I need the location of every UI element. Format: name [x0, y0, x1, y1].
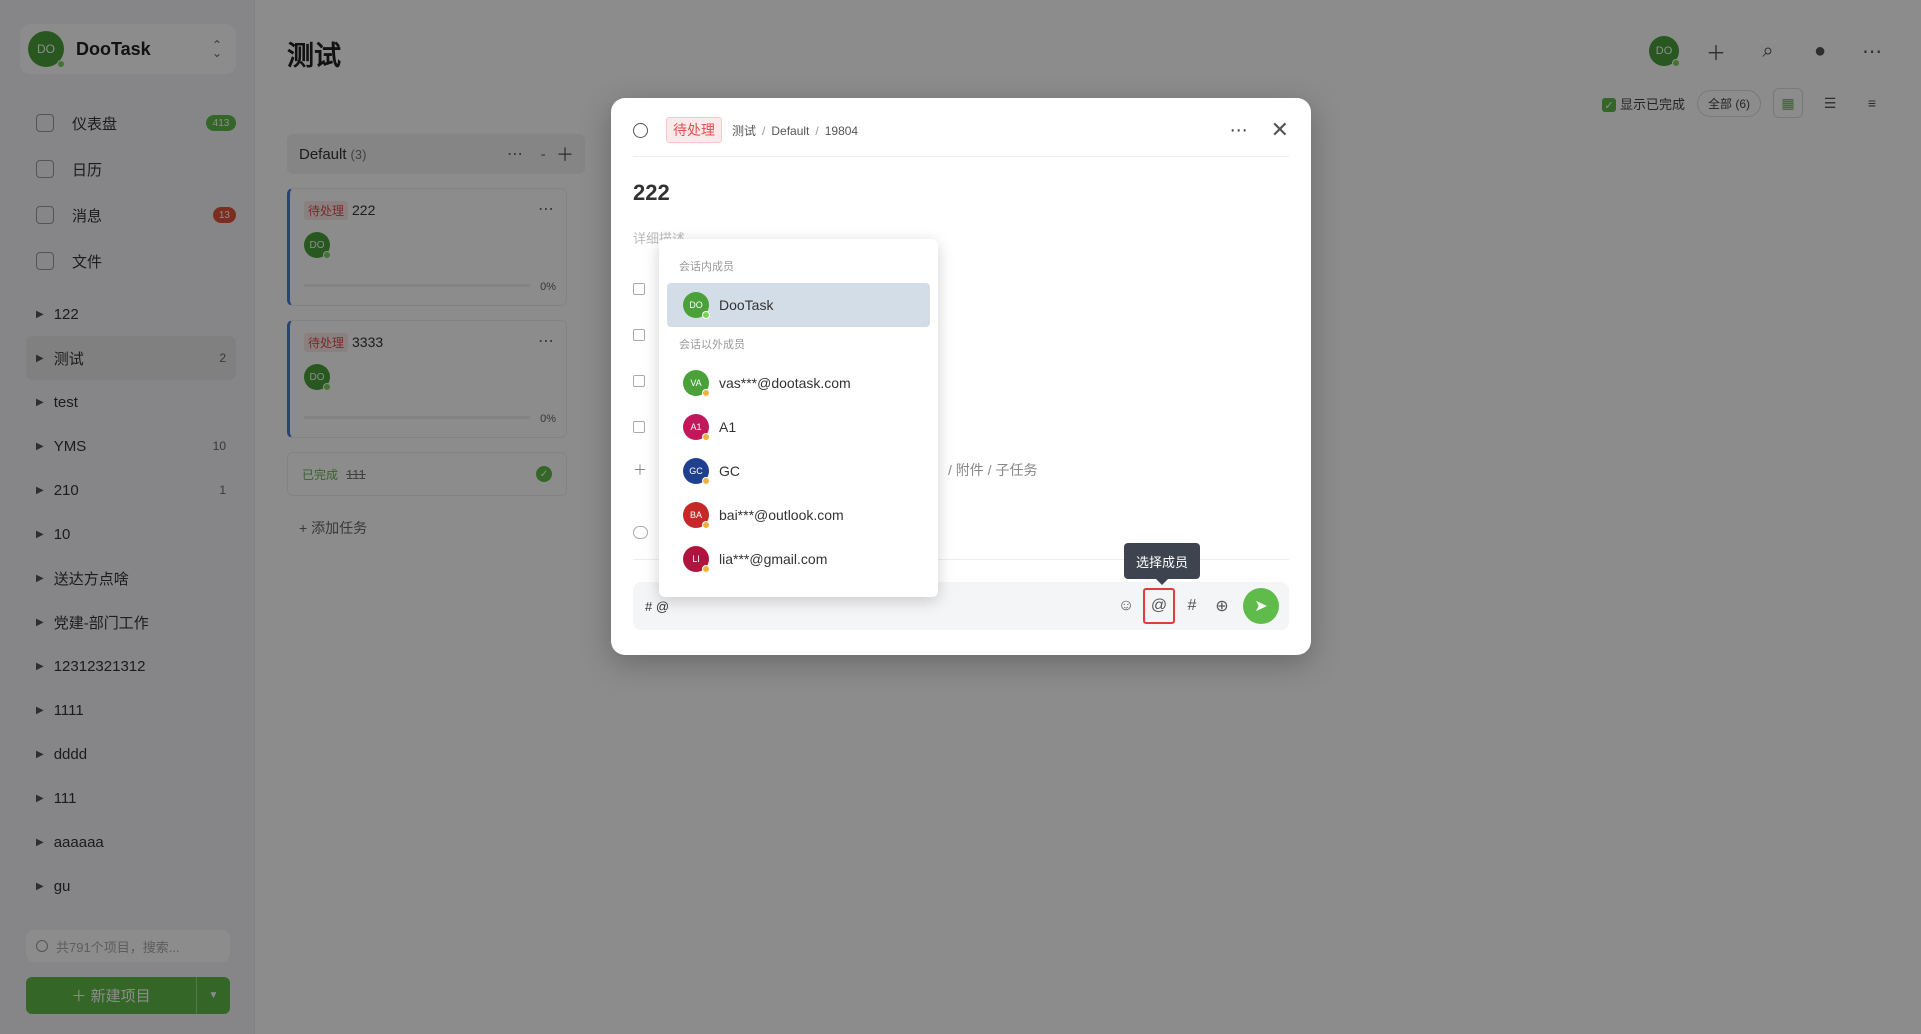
member-name: lia***@gmail.com — [719, 551, 828, 567]
member-option[interactable]: BA bai***@outlook.com — [667, 493, 930, 537]
member-option[interactable]: LI lia***@gmail.com — [667, 537, 930, 581]
divider — [633, 156, 1289, 157]
member-avatar: DO — [683, 292, 710, 319]
close-icon[interactable]: ✕ — [1271, 117, 1289, 143]
priority-icon — [633, 283, 645, 295]
plus-icon: ＋ — [633, 462, 647, 478]
chat-bubble-icon — [633, 526, 648, 539]
attr-priority[interactable] — [633, 266, 655, 312]
breadcrumb-column[interactable]: Default — [771, 124, 809, 138]
task-title[interactable]: 222 — [633, 180, 670, 206]
member-name: vas***@dootask.com — [719, 375, 851, 391]
add-circle-icon[interactable]: ⊕ — [1209, 593, 1235, 619]
member-avatar: GC — [683, 458, 710, 485]
member-name: bai***@outlook.com — [719, 507, 844, 523]
complete-toggle-icon[interactable] — [633, 122, 648, 138]
member-name: DooTask — [719, 297, 774, 313]
send-button[interactable]: ➤ — [1243, 588, 1279, 624]
eye-icon — [633, 421, 645, 433]
attr-assistant[interactable] — [633, 358, 655, 404]
mention-icon[interactable]: @ — [1143, 588, 1175, 624]
member-avatar: A1 — [683, 414, 710, 441]
attr-visibility[interactable] — [633, 404, 655, 450]
message-input[interactable]: # @ — [645, 599, 1109, 614]
members-in-list: DO DooTask — [659, 283, 938, 327]
users-icon — [633, 375, 645, 387]
group-out-title: 会话以外成员 — [679, 339, 745, 351]
mention-tooltip: 选择成员 — [1124, 543, 1200, 585]
add-more-label: / 附件 / 子任务 — [948, 462, 1038, 478]
members-out-list: VA vas***@dootask.com A1 A1 GC GC BA bai***@out… — [659, 361, 938, 581]
group-in-title: 会话内成员 — [679, 261, 734, 273]
user-icon — [633, 329, 645, 341]
status-badge[interactable]: 待处理 — [666, 117, 722, 143]
more-icon[interactable]: ⋯ — [1230, 120, 1249, 141]
breadcrumb-project[interactable]: 测试 — [732, 124, 756, 138]
member-avatar: VA — [683, 370, 710, 397]
modal-header: 待处理 测试 / Default/19804 ⋯ ✕ — [633, 116, 1289, 144]
member-option[interactable]: GC GC — [667, 449, 930, 493]
add-more-row[interactable]: ＋ / 附件 / 子任务 — [633, 460, 1037, 480]
hashtag-icon[interactable]: # — [1179, 593, 1205, 619]
member-avatar: BA — [683, 502, 710, 529]
task-attributes — [633, 266, 655, 450]
member-option[interactable]: VA vas***@dootask.com — [667, 361, 930, 405]
breadcrumb: 测试 / Default/19804 — [732, 123, 859, 138]
breadcrumb-task-id: 19804 — [824, 123, 859, 138]
mention-dropdown: 会话内成员 DO DooTask 会话以外成员 VA vas***@dootask.… — [659, 239, 938, 597]
member-option[interactable]: DO DooTask — [667, 283, 930, 327]
member-option[interactable]: A1 A1 — [667, 405, 930, 449]
attr-owner[interactable] — [633, 312, 655, 358]
member-name: A1 — [719, 419, 737, 435]
member-name: GC — [719, 463, 740, 479]
emoji-icon[interactable]: ☺ — [1113, 593, 1139, 619]
member-avatar: LI — [683, 546, 710, 573]
